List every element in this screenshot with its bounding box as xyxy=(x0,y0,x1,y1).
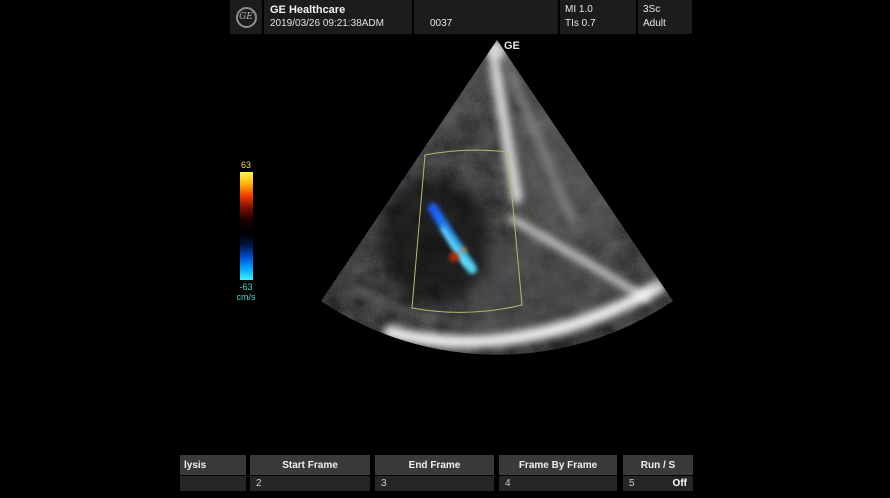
softkey-analysis[interactable]: lysis xyxy=(180,455,246,491)
manufacturer-cell: GE Healthcare 2019/03/26 09:21:38ADM xyxy=(264,0,412,34)
softkey-number: 2 xyxy=(256,478,262,489)
acoustic-output-cell: MI 1.0 TIs 0.7 xyxy=(560,0,636,34)
softkey-value: Off xyxy=(673,478,687,489)
softkey-bar: lysis Start Frame 2 End Frame 3 Frame By… xyxy=(180,455,693,491)
softkey-label: End Frame xyxy=(375,455,494,475)
softkey-start-frame[interactable]: Start Frame 2 xyxy=(250,455,370,491)
preset-label: Adult xyxy=(643,17,692,31)
softkey-number: 4 xyxy=(505,478,511,489)
ultrasound-sector-image xyxy=(240,36,760,371)
ge-logo-text: GE xyxy=(239,12,253,22)
probe-cell: 3Sc Adult xyxy=(638,0,692,34)
ge-logo-icon: GE xyxy=(236,7,257,28)
exam-number: 0037 xyxy=(430,17,558,30)
softkey-label: Run / S xyxy=(623,455,693,475)
softkey-number: 5 xyxy=(629,478,635,489)
softkey-run-stop[interactable]: Run / S 5 Off xyxy=(623,455,693,491)
cardiac-chamber xyxy=(380,176,490,306)
probe-label: 3Sc xyxy=(643,3,692,17)
topbar: GE GE Healthcare 2019/03/26 09:21:38ADM … xyxy=(230,0,694,34)
softkey-label: Frame By Frame xyxy=(499,455,617,475)
softkey-number: 3 xyxy=(381,478,387,489)
softkey-label: Start Frame xyxy=(250,455,370,475)
datetime-label: 2019/03/26 09:21:38ADM xyxy=(270,17,412,30)
exam-number-cell: 0037 xyxy=(414,0,558,34)
softkey-label: lysis xyxy=(180,455,246,475)
sector-wedge xyxy=(240,36,760,371)
softkey-frame-by-frame[interactable]: Frame By Frame 4 xyxy=(499,455,617,491)
tis-value: TIs 0.7 xyxy=(565,17,636,31)
softkey-end-frame[interactable]: End Frame 3 xyxy=(375,455,494,491)
ultrasound-screen: GE GE Healthcare 2019/03/26 09:21:38ADM … xyxy=(0,0,890,498)
ge-logo: GE xyxy=(230,0,262,34)
mi-value: MI 1.0 xyxy=(565,3,636,17)
manufacturer-label: GE Healthcare xyxy=(270,3,412,17)
